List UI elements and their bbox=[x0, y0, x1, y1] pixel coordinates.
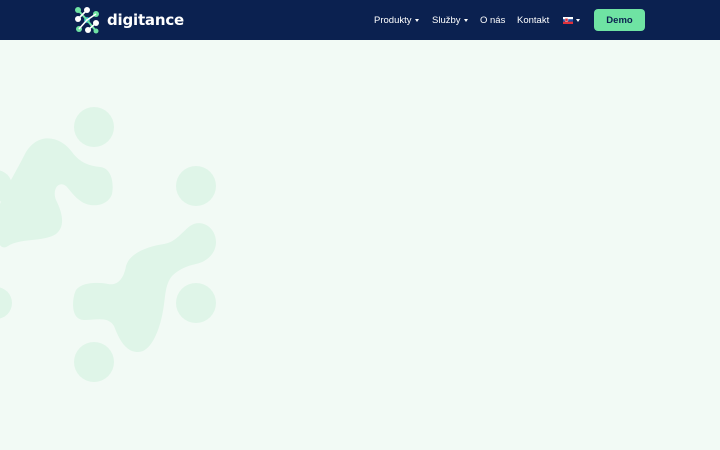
top-navbar: digitance Produkty Služby O nás Kontakt … bbox=[0, 0, 720, 40]
caret-down-icon bbox=[463, 18, 468, 22]
nav-item-label: Služby bbox=[432, 14, 461, 26]
caret-down-icon bbox=[576, 18, 580, 22]
caret-down-icon bbox=[414, 18, 419, 22]
demo-button[interactable]: Demo bbox=[594, 9, 645, 31]
nav-item-o-nas[interactable]: O nás bbox=[480, 0, 505, 40]
nav-item-produkty[interactable]: Produkty bbox=[374, 0, 419, 40]
slovak-flag-icon bbox=[563, 16, 573, 24]
nav-item-label: O nás bbox=[480, 14, 506, 26]
nav-item-label: Produkty bbox=[374, 14, 412, 26]
language-switcher[interactable] bbox=[563, 0, 580, 40]
nav-item-label: Kontakt bbox=[517, 14, 550, 26]
decorative-molecule-shape bbox=[0, 107, 216, 382]
nav-item-kontakt[interactable]: Kontakt bbox=[517, 0, 549, 40]
nav-item-sluzby[interactable]: Služby bbox=[432, 0, 468, 40]
